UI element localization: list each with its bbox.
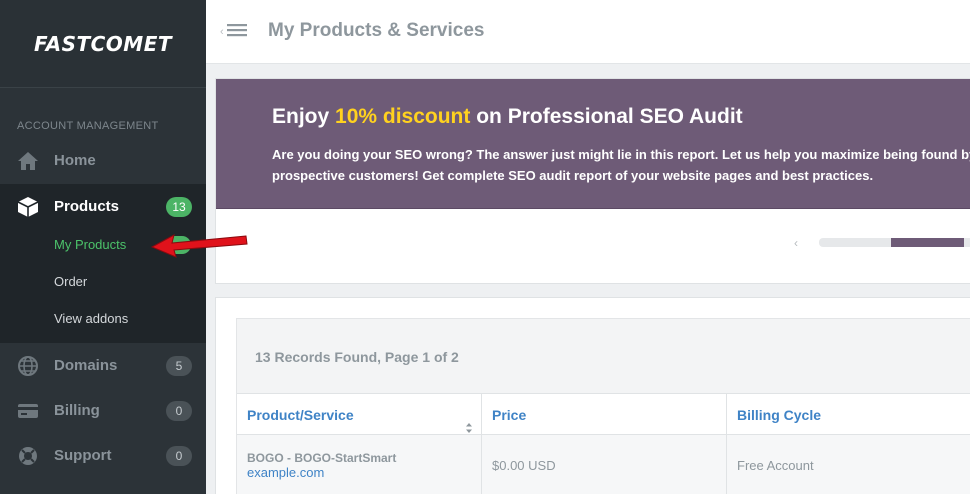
promo-title-highlight: 10% discount	[335, 105, 471, 128]
section-label-account-management: ACCOUNT MANAGEMENT	[17, 120, 159, 132]
lifebuoy-icon	[17, 445, 39, 467]
sidebar-item-label: Home	[54, 152, 96, 169]
count-badge: 5	[166, 355, 192, 376]
column-header-price[interactable]: Price	[482, 394, 727, 436]
globe-icon	[17, 355, 39, 377]
count-badge: 0	[166, 400, 192, 421]
table-row[interactable]: BOGO - BOGO-StartSmart example.com $0.00…	[237, 435, 970, 494]
sidebar-item-support[interactable]: Support 0	[0, 433, 206, 478]
sidebar-toggle-button[interactable]: ‹	[220, 22, 252, 42]
home-icon	[17, 150, 39, 172]
submenu-item-my-products[interactable]: My Products	[54, 237, 126, 252]
records-card: 13 Records Found, Page 1 of 2 Product/Se…	[215, 297, 970, 494]
page-title: My Products & Services	[268, 20, 485, 41]
chevron-left-icon: ‹	[220, 26, 224, 38]
cell-price: $0.00 USD	[482, 435, 727, 494]
sidebar-item-billing[interactable]: Billing 0	[0, 388, 206, 433]
records-panel: 13 Records Found, Page 1 of 2 Product/Se…	[236, 318, 970, 494]
sidebar-item-label: Domains	[54, 357, 118, 374]
sidebar-item-home[interactable]: Home	[0, 138, 206, 183]
column-header-billing-cycle[interactable]: Billing Cycle	[727, 394, 970, 436]
count-badge: 13	[166, 196, 192, 217]
sidebar-item-products[interactable]: Products 13	[0, 184, 206, 229]
product-domain-link[interactable]: example.com	[247, 465, 396, 480]
promo-title: Enjoy 10% discount on Professional SEO A…	[272, 105, 743, 129]
sidebar-item-label: Support	[54, 447, 112, 464]
column-header-label: Product/Service	[247, 407, 354, 423]
box-icon	[17, 196, 39, 218]
records-summary: 13 Records Found, Page 1 of 2	[255, 349, 459, 365]
carousel-scrollbar[interactable]	[819, 238, 970, 247]
table-header: Product/Service Price Billing Cycle	[237, 393, 970, 436]
products-table: Product/Service Price Billing Cycle BOGO…	[237, 393, 970, 494]
count-badge: 0	[166, 445, 192, 466]
carousel-scroll-thumb[interactable]	[891, 238, 964, 247]
annotation-arrow-icon	[150, 234, 248, 258]
cell-billing-cycle: Free Account	[727, 435, 970, 494]
logo-text: FASTCOMET	[34, 31, 172, 56]
promo-title-suffix: on Professional SEO Audit	[470, 105, 743, 128]
promo-banner[interactable]: Enjoy 10% discount on Professional SEO A…	[216, 79, 970, 209]
product-name: BOGO - BOGO-StartSmart	[247, 450, 397, 465]
promo-title-prefix: Enjoy	[272, 105, 336, 128]
column-header-product-service[interactable]: Product/Service	[237, 394, 482, 436]
submenu-item-order[interactable]: Order	[54, 274, 87, 289]
credit-card-icon	[17, 400, 39, 422]
promo-card: Enjoy 10% discount on Professional SEO A…	[215, 78, 970, 284]
brand-logo[interactable]: FASTCOMET	[0, 0, 206, 88]
hamburger-icon	[226, 23, 247, 42]
submenu-item-view-addons[interactable]: View addons	[54, 311, 128, 326]
cell-product: BOGO - BOGO-StartSmart example.com	[237, 435, 482, 494]
promo-line-2: prospective customers! Get complete SEO …	[272, 168, 874, 183]
promo-description: Are you doing your SEO wrong? The answer…	[272, 144, 970, 186]
sidebar-item-label: Billing	[54, 402, 100, 419]
sidebar-item-label: Products	[54, 198, 120, 215]
sidebar-item-domains[interactable]: Domains 5	[0, 343, 206, 388]
carousel-prev-button[interactable]: ‹	[794, 236, 798, 250]
promo-line-1: Are you doing your SEO wrong? The answer…	[272, 147, 970, 162]
top-bar: ‹ My Products & Services	[206, 0, 970, 64]
